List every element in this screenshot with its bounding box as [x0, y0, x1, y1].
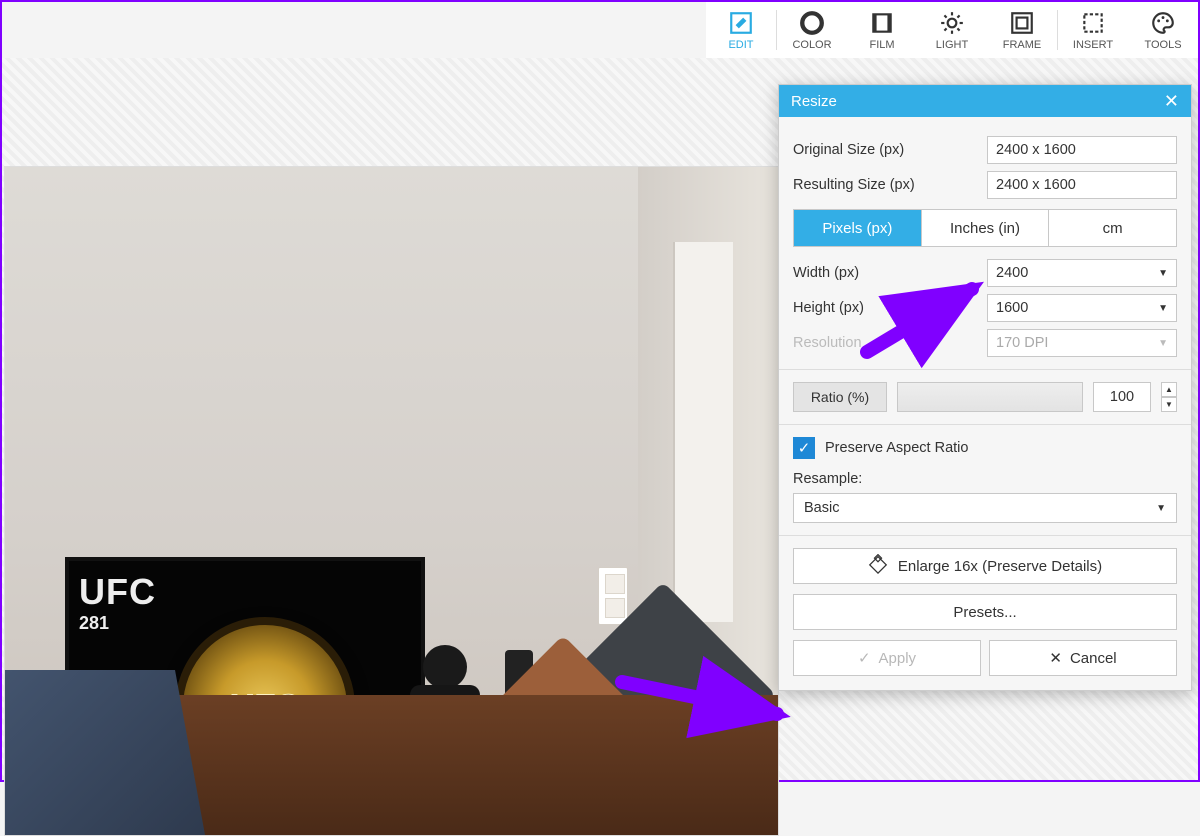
film-tool[interactable]: FILM — [847, 2, 917, 58]
resulting-size-value: 2400 x 1600 — [987, 171, 1177, 199]
insert-icon — [1080, 10, 1106, 39]
close-icon[interactable]: ✕ — [1164, 91, 1179, 112]
original-size-label: Original Size (px) — [793, 142, 987, 158]
chevron-up-icon[interactable]: ▲ — [1161, 382, 1177, 397]
chevron-down-icon: ▼ — [1156, 503, 1166, 514]
resample-label: Resample: — [793, 471, 1177, 487]
resulting-size-label: Resulting Size (px) — [793, 177, 987, 193]
edit-tool-label: EDIT — [728, 39, 753, 51]
main-toolbar: EDIT COLOR FILM LIGHT FRAME INSERT TOOLS — [706, 2, 1198, 58]
presets-label: Presets... — [953, 604, 1016, 621]
preserve-aspect-label: Preserve Aspect Ratio — [825, 440, 968, 456]
panel-title: Resize — [791, 93, 837, 110]
presets-button[interactable]: Presets... — [793, 594, 1177, 630]
edit-tool[interactable]: EDIT — [706, 2, 776, 58]
frame-tool-label: FRAME — [1003, 39, 1042, 51]
enlarge-16x-button[interactable]: Enlarge 16x (Preserve Details) — [793, 548, 1177, 584]
light-tool-label: LIGHT — [936, 39, 968, 51]
tools-tool[interactable]: TOOLS — [1128, 2, 1198, 58]
resize-panel: Resize ✕ Original Size (px) 2400 x 1600 … — [778, 84, 1192, 691]
apply-button[interactable]: ✓ Apply — [793, 640, 981, 676]
cancel-button[interactable]: ✕ Cancel — [989, 640, 1177, 676]
ratio-value[interactable]: 100 — [1093, 382, 1151, 412]
resample-select[interactable]: Basic▼ — [793, 493, 1177, 523]
tv-text-ufc: UFC — [79, 571, 156, 612]
apply-label: Apply — [879, 650, 917, 667]
film-icon — [869, 10, 895, 39]
unit-tab-inches[interactable]: Inches (in) — [921, 210, 1049, 246]
width-input[interactable]: 2400▼ — [987, 259, 1177, 287]
unit-tab-pixels[interactable]: Pixels (px) — [794, 210, 921, 246]
frame-tool[interactable]: FRAME — [987, 2, 1057, 58]
preserve-aspect-checkbox[interactable]: ✓ — [793, 437, 815, 459]
height-input[interactable]: 1600▼ — [987, 294, 1177, 322]
width-label: Width (px) — [793, 265, 987, 281]
close-icon: ✕ — [1049, 649, 1062, 667]
light-tool[interactable]: LIGHT — [917, 2, 987, 58]
resolution-label: Resolution — [793, 335, 987, 351]
insert-tool[interactable]: INSERT — [1058, 2, 1128, 58]
original-size-value: 2400 x 1600 — [987, 136, 1177, 164]
enlarge-icon — [868, 554, 888, 578]
tools-tool-label: TOOLS — [1144, 39, 1181, 51]
photo-preview[interactable]: UFC 281 MADISON SQUARE GARDEN — [4, 166, 779, 836]
unit-tabs: Pixels (px) Inches (in) cm — [793, 209, 1177, 247]
film-tool-label: FILM — [869, 39, 894, 51]
height-label: Height (px) — [793, 300, 987, 316]
ratio-spinner[interactable]: ▲▼ — [1161, 382, 1177, 412]
enlarge-16x-label: Enlarge 16x (Preserve Details) — [898, 558, 1102, 575]
chevron-down-icon: ▼ — [1158, 338, 1168, 349]
chevron-down-icon: ▼ — [1158, 303, 1168, 314]
unit-tab-cm[interactable]: cm — [1048, 210, 1176, 246]
color-icon — [799, 10, 825, 39]
chevron-down-icon[interactable]: ▼ — [1161, 397, 1177, 412]
ratio-slider[interactable] — [897, 382, 1083, 412]
palette-icon — [1150, 10, 1176, 39]
ratio-label: Ratio (%) — [793, 382, 887, 412]
color-tool[interactable]: COLOR — [777, 2, 847, 58]
chevron-down-icon: ▼ — [1158, 268, 1168, 279]
color-tool-label: COLOR — [792, 39, 831, 51]
light-icon — [939, 10, 965, 39]
frame-icon — [1009, 10, 1035, 39]
edit-icon — [728, 10, 754, 39]
resolution-input: 170 DPI▼ — [987, 329, 1177, 357]
panel-titlebar[interactable]: Resize ✕ — [779, 85, 1191, 117]
insert-tool-label: INSERT — [1073, 39, 1113, 51]
check-icon: ✓ — [858, 649, 871, 667]
cancel-label: Cancel — [1070, 650, 1117, 667]
